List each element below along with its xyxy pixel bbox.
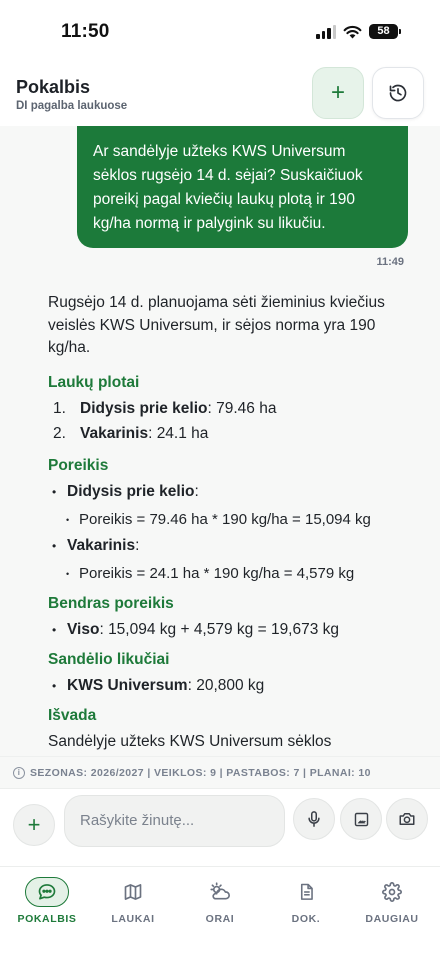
status-time: 11:50 bbox=[61, 21, 110, 42]
message-timestamp: 11:49 bbox=[376, 256, 404, 268]
section-heading-need: Poreikis bbox=[48, 456, 109, 474]
voice-input-button[interactable] bbox=[293, 798, 335, 840]
info-icon bbox=[13, 766, 25, 779]
list-item: 2. Vakarinis: 24.1 ha bbox=[53, 424, 209, 442]
map-icon bbox=[124, 884, 142, 900]
history-button[interactable] bbox=[372, 67, 424, 119]
chat-thread[interactable]: Ar sandėlyje užteks KWS Universum sėklos… bbox=[0, 126, 440, 756]
message-input[interactable]: Rašykite žinutę... bbox=[64, 795, 285, 847]
nav-item-fields[interactable]: LAUKAI bbox=[93, 877, 173, 925]
nav-item-more[interactable]: DAUGIAU bbox=[352, 877, 432, 925]
nav-item-chat[interactable]: POKALBIS bbox=[7, 877, 87, 925]
camera-button[interactable] bbox=[386, 798, 428, 840]
bottom-navigation: POKALBIS LAUKAI ORAI DOK. DAUGIAU bbox=[0, 866, 440, 956]
section-heading-conclusion: Išvada bbox=[48, 706, 97, 724]
sub-list: • Poreikis = 24.1 ha * 190 kg/ha = 4,579… bbox=[48, 563, 388, 585]
document-icon bbox=[300, 883, 313, 900]
weather-icon bbox=[210, 882, 230, 900]
status-bar: 11:50 58 bbox=[0, 0, 440, 64]
page-subtitle: DI pagalba laukuose bbox=[16, 100, 128, 112]
history-icon bbox=[389, 84, 407, 102]
microphone-icon bbox=[308, 811, 320, 827]
battery-indicator: 58 bbox=[369, 24, 401, 39]
assistant-intro: Rugsėjo 14 d. planuojama sėti žieminius … bbox=[48, 294, 385, 356]
list-item: • Didysis prie kelio: bbox=[52, 482, 199, 500]
section-heading-stock: Sandėlio likučiai bbox=[48, 650, 170, 668]
app-header: Pokalbis DI pagalba laukuose + bbox=[0, 64, 440, 126]
section-heading-total: Bendras poreikis bbox=[48, 594, 174, 612]
page-title: Pokalbis bbox=[16, 77, 91, 97]
list-item: • Poreikis = 24.1 ha * 190 kg/ha = 4,579… bbox=[66, 564, 355, 582]
nav-item-weather[interactable]: ORAI bbox=[180, 877, 260, 925]
image-icon bbox=[354, 812, 368, 826]
camera-icon bbox=[399, 813, 415, 825]
chat-icon bbox=[38, 884, 56, 900]
message-composer: + Rašykite žinutę... bbox=[0, 788, 440, 860]
gear-icon bbox=[382, 882, 402, 902]
list-item: • Vakarinis: bbox=[52, 536, 140, 554]
user-message-bubble: Ar sandėlyje užteks KWS Universum sėklos… bbox=[77, 126, 408, 248]
conclusion-text: Sandėlyje užteks KWS Universum sėklos bbox=[48, 732, 332, 750]
list-item: • Poreikis = 79.46 ha * 190 kg/ha = 15,0… bbox=[66, 510, 371, 528]
image-upload-button[interactable] bbox=[340, 798, 382, 840]
list-item: • Viso: 15,094 kg + 4,579 kg = 19,673 kg bbox=[52, 620, 340, 638]
new-chat-button[interactable]: + bbox=[312, 67, 364, 119]
status-icons: 58 bbox=[316, 24, 401, 39]
cellular-signal-icon bbox=[316, 24, 336, 39]
assistant-message: Rugsėjo 14 d. planuojama sėti žieminius … bbox=[48, 292, 388, 753]
section-heading-fields: Laukų plotai bbox=[48, 373, 140, 391]
sub-list: • Poreikis = 79.46 ha * 190 kg/ha = 15,0… bbox=[48, 509, 388, 531]
attach-button[interactable]: + bbox=[13, 804, 55, 846]
wifi-icon bbox=[343, 25, 362, 38]
plus-icon: + bbox=[330, 79, 345, 106]
season-info-bar: SEZONAS: 2026/2027 | VEIKLOS: 9 | PASTAB… bbox=[0, 756, 440, 788]
plus-icon: + bbox=[27, 812, 41, 837]
season-info-text: SEZONAS: 2026/2027 | VEIKLOS: 9 | PASTAB… bbox=[30, 766, 371, 779]
list-item: • KWS Universum: 20,800 kg bbox=[52, 676, 265, 694]
list-item: 1. Didysis prie kelio: 79.46 ha bbox=[53, 399, 277, 417]
nav-item-documents[interactable]: DOK. bbox=[266, 877, 346, 925]
